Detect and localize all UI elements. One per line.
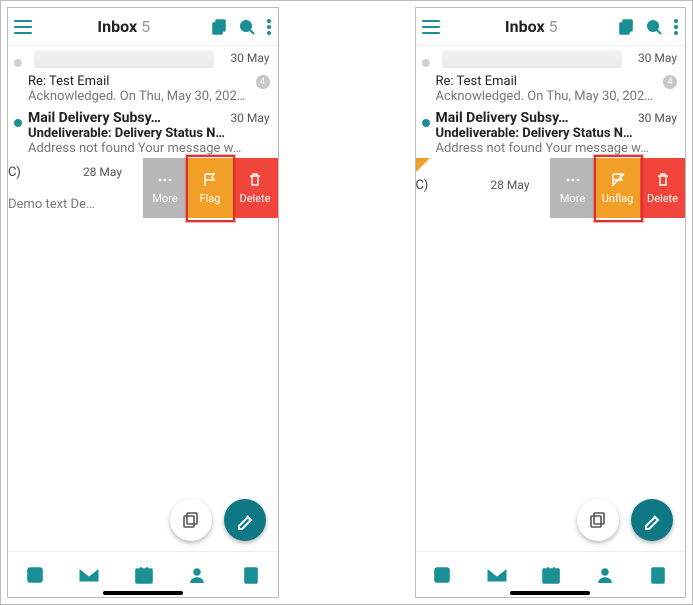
swipe-row[interactable]: C) 28 May More Unflag Delete: [416, 158, 686, 218]
msg-preview: Address not found Your message w…: [436, 141, 678, 156]
swipe-more-label: More: [560, 192, 585, 205]
search-icon[interactable]: [238, 18, 256, 36]
msg-preview: Acknowledged. On Thu, May 30, 202…: [436, 89, 678, 104]
inbox-title: Inbox5: [446, 17, 618, 36]
msg-date: 30 May: [230, 111, 269, 125]
stack-fab[interactable]: [577, 499, 619, 541]
message-row[interactable]: Re: Test Email 4 Acknowledged. On Thu, M…: [8, 70, 278, 106]
swipe-delete-label: Delete: [647, 192, 678, 205]
home-indicator: [103, 591, 183, 595]
flag-indicator-icon: [416, 158, 430, 172]
swipe-flag-label: Flag: [200, 192, 221, 205]
app-header: Inbox5: [416, 8, 686, 46]
search-icon[interactable]: [645, 18, 663, 36]
message-row[interactable]: Mail Delivery Subsy… 30 May Undeliverabl…: [416, 106, 686, 158]
swipe-row[interactable]: C) 28 May Demo text De… More Flag: [8, 158, 278, 218]
msg-date: 30 May: [230, 51, 269, 65]
menu-button[interactable]: [422, 19, 446, 35]
msg-preview: Acknowledged. On Thu, May 30, 202…: [28, 89, 270, 104]
inbox-count: 5: [549, 17, 558, 36]
msg-sender: Mail Delivery Subsy…: [28, 110, 161, 126]
swipe-preview: Demo text De…: [8, 197, 95, 212]
msg-date: 30 May: [638, 111, 677, 125]
phone-left: Inbox5 30 May Re: Test Email 4: [7, 7, 279, 598]
nav-mail-icon[interactable]: [486, 567, 508, 583]
msg-sender: Mail Delivery Subsy…: [436, 110, 569, 126]
swipe-date: 28 May: [490, 178, 529, 192]
compose-fab[interactable]: [631, 499, 673, 541]
swipe-unflag-button[interactable]: Unflag: [595, 158, 640, 218]
swipe-more-button[interactable]: More: [550, 158, 595, 218]
nav-contacts-icon[interactable]: [187, 565, 207, 585]
message-list: 30 May Re: Test Email 4 Acknowledged. On…: [416, 46, 686, 551]
stack-fab[interactable]: [170, 499, 212, 541]
msg-date: 30 May: [638, 51, 677, 65]
msg-subject: Undeliverable: Delivery Status N…: [436, 126, 678, 141]
swipe-date: 28 May: [83, 165, 122, 179]
nav-contacts-icon[interactable]: [595, 565, 615, 585]
swipe-more-button[interactable]: More: [143, 158, 188, 218]
message-row[interactable]: Mail Delivery Subsy… 30 May Undeliverabl…: [8, 106, 278, 158]
msg-subject: Re: Test Email: [28, 74, 109, 89]
swipe-flag-button[interactable]: Flag: [188, 158, 233, 218]
inbox-title: Inbox5: [38, 17, 210, 36]
swipe-unflag-label: Unflag: [602, 192, 634, 205]
msg-preview: Address not found Your message w…: [28, 141, 270, 156]
phone-right: Inbox5 30 May Re: Test Email 4: [415, 7, 687, 598]
swipe-sender: C): [416, 178, 429, 198]
swipe-delete-label: Delete: [240, 192, 271, 205]
msg-subject: Undeliverable: Delivery Status N…: [28, 126, 270, 141]
nav-calendar-icon[interactable]: [541, 565, 561, 585]
msg-subject: Re: Test Email: [436, 74, 517, 89]
nav-notes-icon[interactable]: [241, 565, 261, 585]
inbox-count: 5: [141, 17, 150, 36]
nav-favorites-icon[interactable]: [25, 565, 45, 585]
home-indicator: [510, 591, 590, 595]
thread-count-badge: 4: [256, 75, 270, 89]
nav-notes-icon[interactable]: [648, 565, 668, 585]
menu-button[interactable]: [14, 19, 38, 35]
thread-count-badge: 4: [663, 75, 677, 89]
app-header: Inbox5: [8, 8, 278, 46]
overflow-icon[interactable]: [266, 18, 272, 36]
inbox-title-text: Inbox: [505, 17, 545, 36]
inbox-title-text: Inbox: [97, 17, 137, 36]
nav-favorites-icon[interactable]: [432, 565, 452, 585]
copy-icon[interactable]: [617, 18, 635, 36]
swipe-delete-button[interactable]: Delete: [233, 158, 278, 218]
swipe-more-label: More: [152, 192, 177, 205]
nav-calendar-icon[interactable]: [134, 565, 154, 585]
message-list: 30 May Re: Test Email 4 Acknowledged. On…: [8, 46, 278, 551]
compose-fab[interactable]: [224, 499, 266, 541]
nav-mail-icon[interactable]: [78, 567, 100, 583]
overflow-icon[interactable]: [673, 18, 679, 36]
copy-icon[interactable]: [210, 18, 228, 36]
swipe-delete-button[interactable]: Delete: [640, 158, 685, 218]
swipe-sender: C): [8, 165, 21, 185]
message-row[interactable]: Re: Test Email 4 Acknowledged. On Thu, M…: [416, 70, 686, 106]
